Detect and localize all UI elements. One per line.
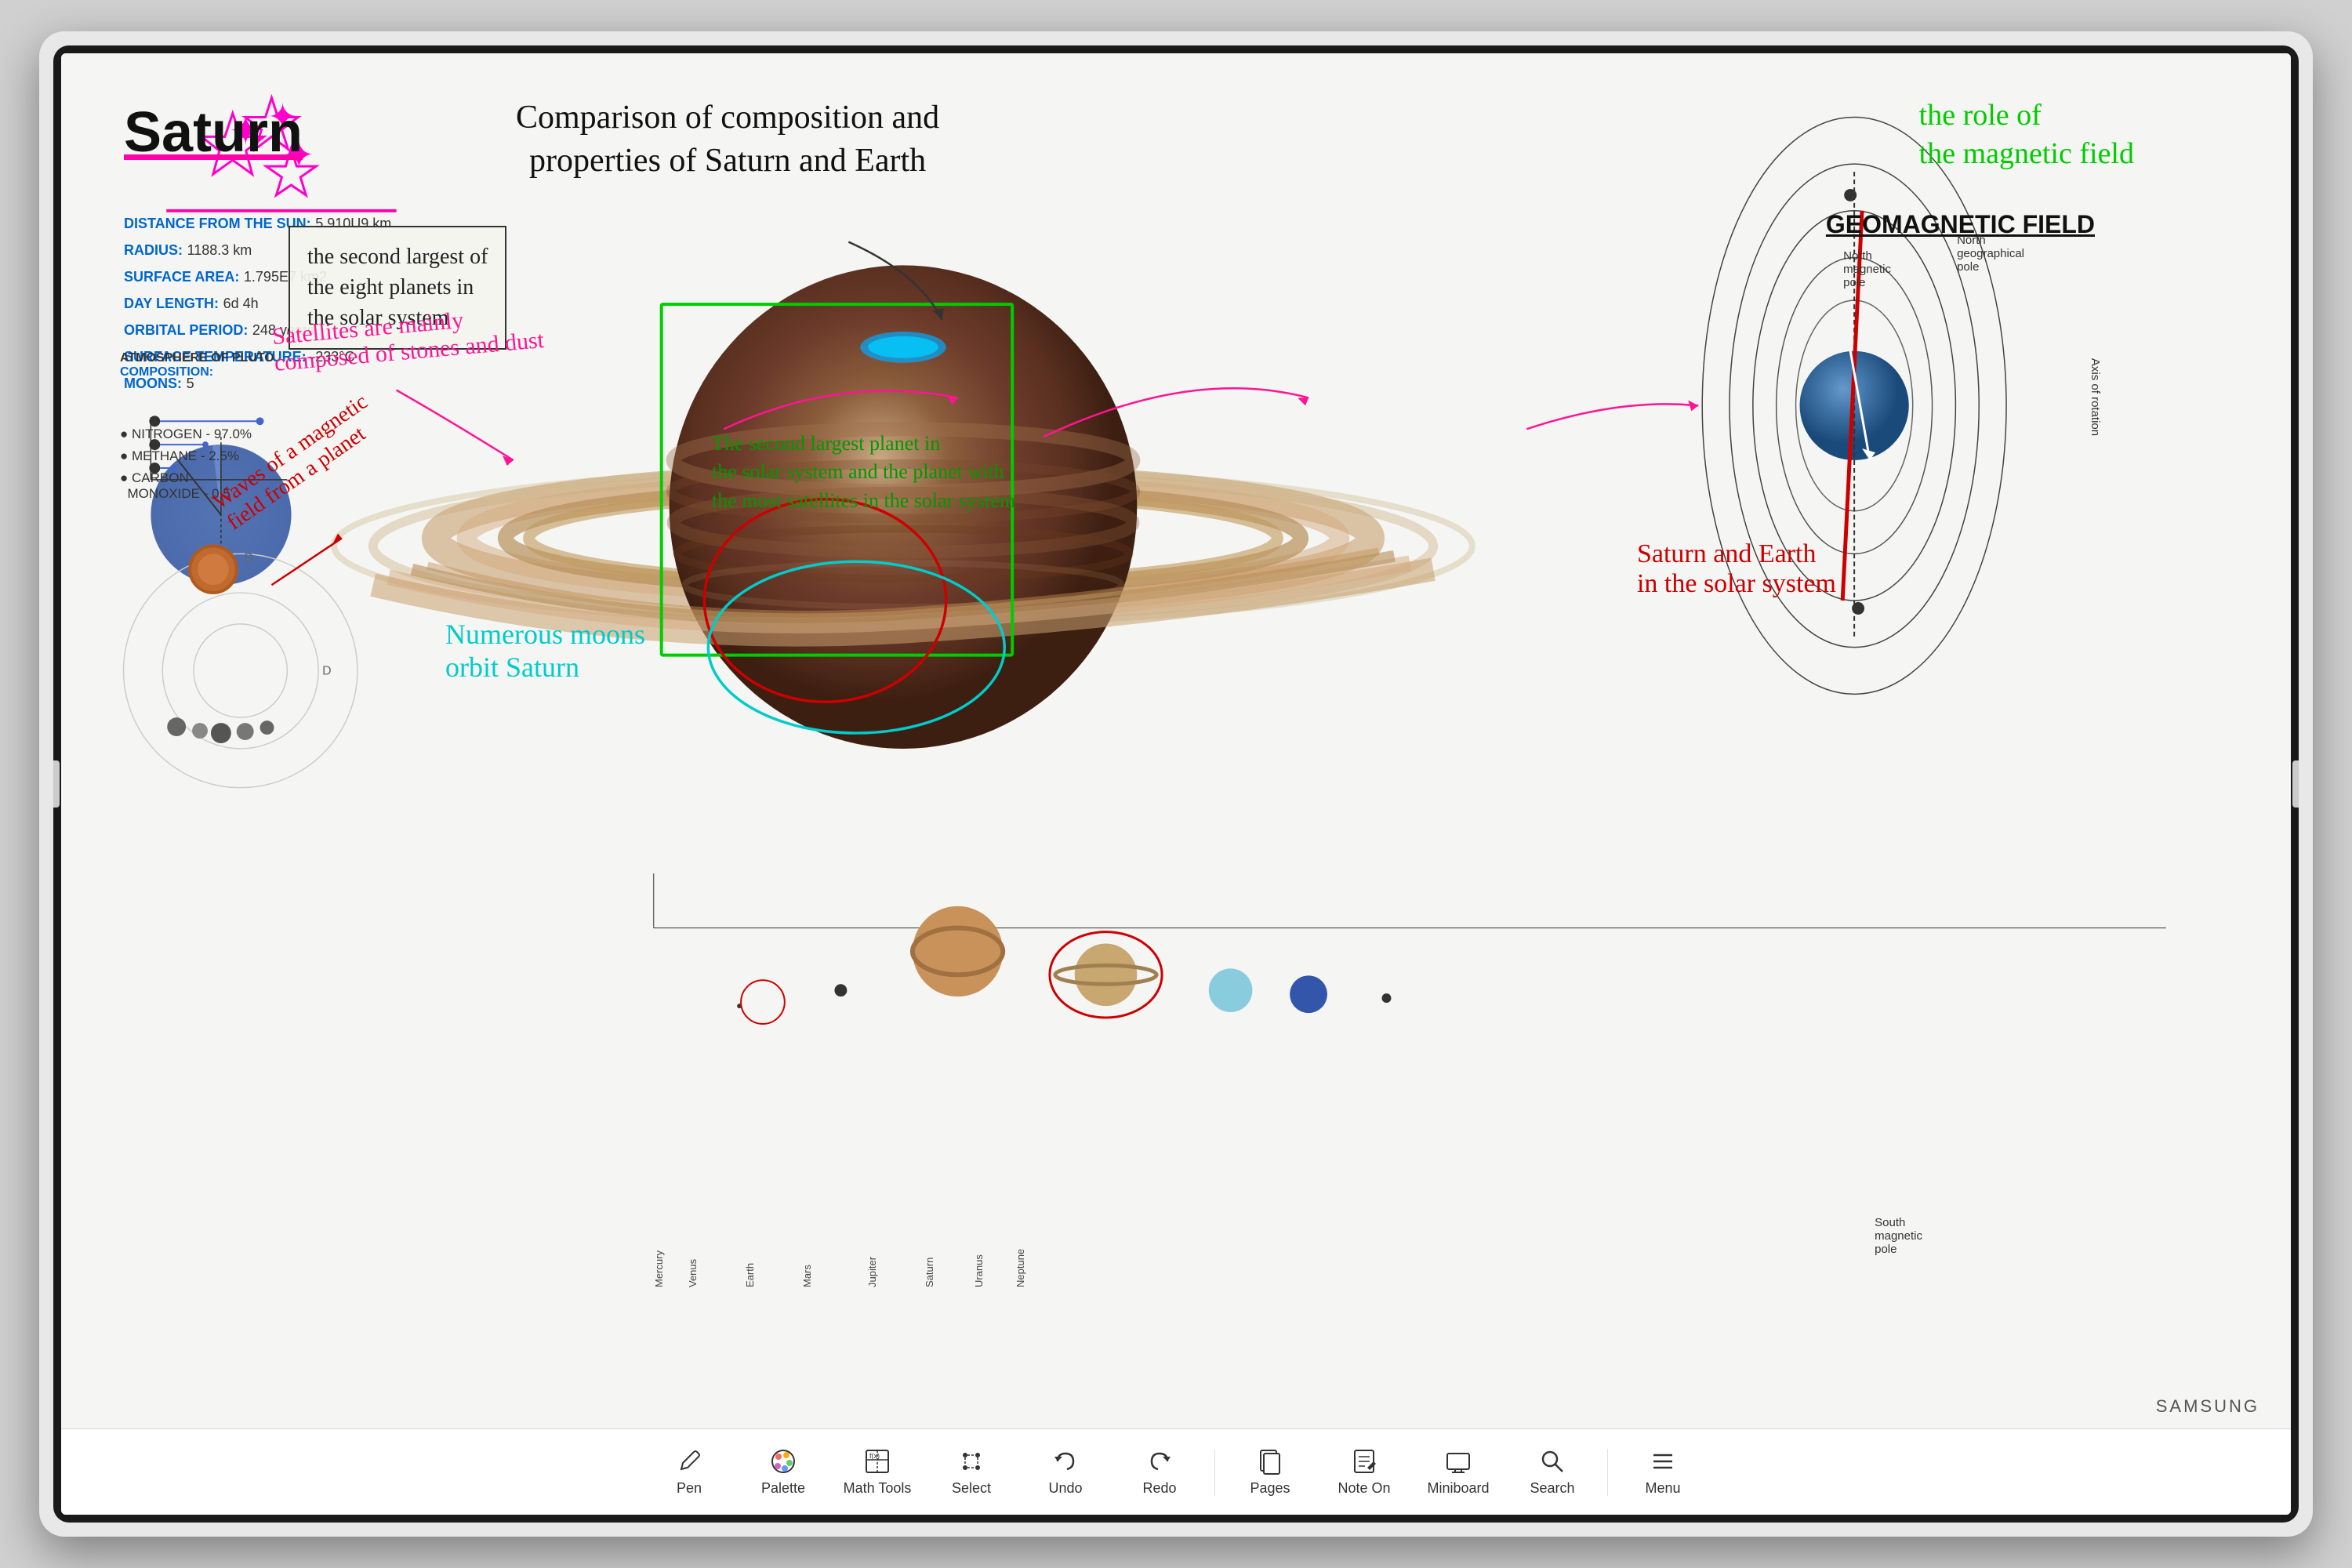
- nitrogen-item: ● NITROGEN - 97.0%: [120, 426, 274, 442]
- pen-tool[interactable]: Pen: [642, 1437, 736, 1508]
- north-geo-label: Northgeographicalpole: [1957, 234, 2024, 274]
- left-handle: [53, 760, 60, 808]
- math-tools-tool[interactable]: f(x) Math Tools: [830, 1437, 924, 1508]
- undo-icon: [1051, 1447, 1080, 1475]
- orbital-label: ORBITAL PERIOD:: [124, 322, 248, 338]
- svg-text:D: D: [322, 664, 332, 677]
- monitor-bezel: D D: [53, 45, 2299, 1523]
- note-on-icon: [1350, 1447, 1378, 1475]
- axis-label: Axis of rotation: [2089, 358, 2102, 436]
- atmo-title: ATMOSPHERE OF PLUTO: [120, 351, 274, 365]
- note-on-tool[interactable]: Note On: [1317, 1437, 1411, 1508]
- north-magnetic-label: Northmagneticpole: [1843, 249, 1891, 289]
- select-tool[interactable]: Select: [924, 1437, 1018, 1508]
- saturn-title: Saturn: [124, 100, 303, 165]
- samsung-logo: SAMSUNG: [2156, 1396, 2259, 1417]
- svg-text:f(x): f(x): [869, 1452, 880, 1460]
- atmo-subtitle: COMPOSITION:: [120, 365, 274, 379]
- search-icon: [1538, 1447, 1566, 1475]
- pen-label: Pen: [677, 1480, 702, 1497]
- search-tool[interactable]: Search: [1505, 1437, 1599, 1508]
- math-tools-icon: f(x): [863, 1447, 891, 1475]
- pages-tool[interactable]: Pages: [1223, 1437, 1317, 1508]
- miniboard-tool[interactable]: Miniboard: [1411, 1437, 1505, 1508]
- menu-tool[interactable]: Menu: [1616, 1437, 1710, 1508]
- content-area: D D: [61, 53, 2291, 1428]
- note-on-label: Note On: [1338, 1480, 1390, 1497]
- screen: D D: [61, 53, 2291, 1515]
- surface-label: SURFACE AREA:: [124, 269, 239, 285]
- toolbar-divider-1: [1214, 1449, 1215, 1496]
- second-largest-annotation: The second largest planet inthe solar sy…: [712, 430, 1015, 515]
- undo-tool[interactable]: Undo: [1018, 1437, 1112, 1508]
- miniboard-label: Miniboard: [1427, 1480, 1489, 1497]
- planet-row-labels: Mercury Venus Earth Mars Jupiter: [653, 1248, 1026, 1287]
- role-title: the role ofthe magnetic field: [1919, 96, 2134, 174]
- redo-tool[interactable]: Redo: [1112, 1437, 1207, 1508]
- saturn-earth-annotation: Saturn and Earthin the solar system: [1637, 539, 1836, 599]
- toolbar-divider-2: [1607, 1449, 1608, 1496]
- pages-icon: [1256, 1447, 1284, 1475]
- redo-icon: [1145, 1447, 1174, 1475]
- palette-label: Palette: [761, 1480, 805, 1497]
- day-label: DAY LENGTH:: [124, 296, 219, 311]
- day-value: 6d 4h: [223, 296, 259, 311]
- undo-label: Undo: [1048, 1480, 1082, 1497]
- methane-item: ● METHANE - 2.5%: [120, 448, 274, 464]
- search-label: Search: [1530, 1480, 1574, 1497]
- pen-icon: [675, 1447, 703, 1475]
- menu-icon: [1649, 1447, 1677, 1475]
- palette-tool[interactable]: Palette: [736, 1437, 830, 1508]
- distance-label: DISTANCE FROM THE SUN:: [124, 216, 311, 231]
- math-tools-label: Math Tools: [844, 1480, 912, 1497]
- pages-label: Pages: [1250, 1480, 1290, 1497]
- toolbar: Pen Palette: [61, 1428, 2291, 1515]
- miniboard-icon: [1444, 1447, 1472, 1475]
- monitor: D D: [39, 31, 2313, 1537]
- radius-value: 1188.3 km: [187, 242, 252, 258]
- moons-annotation: Numerous moonsorbit Saturn: [445, 618, 645, 684]
- svg-text:D: D: [245, 551, 254, 564]
- right-handle: [2292, 760, 2299, 808]
- south-magnetic-label: Southmagneticpole: [1875, 1216, 1922, 1256]
- radius-label: RADIUS:: [124, 242, 183, 258]
- comparison-title: Comparison of composition andproperties …: [516, 96, 939, 182]
- palette-icon: [769, 1447, 797, 1475]
- select-label: Select: [952, 1480, 991, 1497]
- redo-label: Redo: [1142, 1480, 1176, 1497]
- menu-label: Menu: [1645, 1480, 1680, 1497]
- select-icon: [957, 1447, 985, 1475]
